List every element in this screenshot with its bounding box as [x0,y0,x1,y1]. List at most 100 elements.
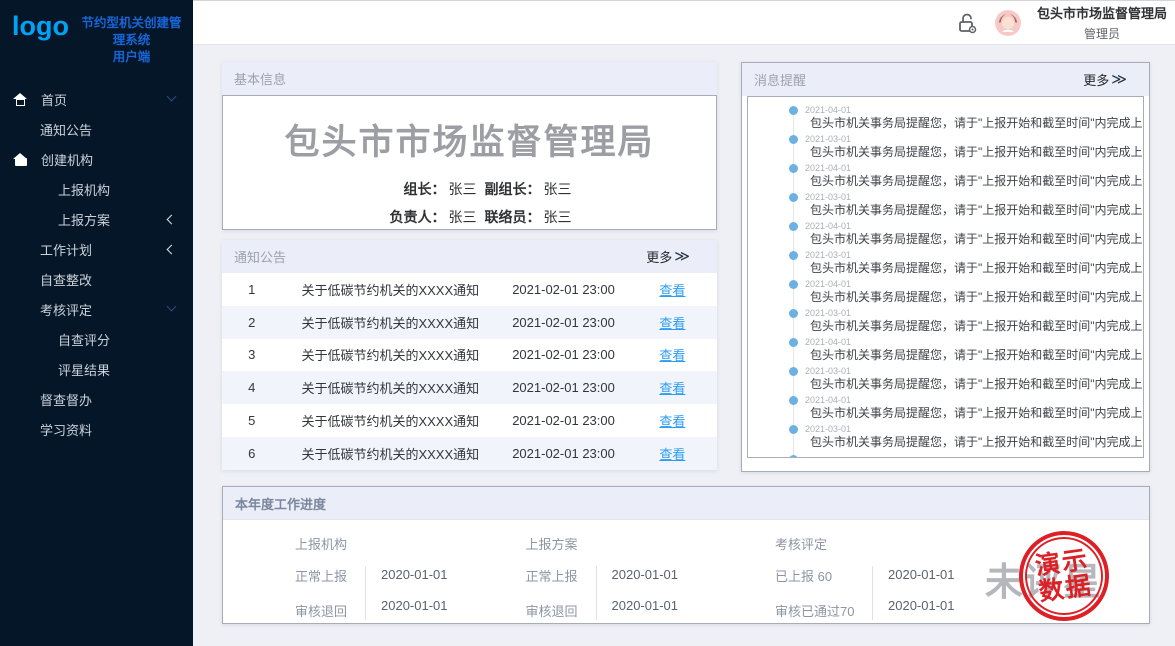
progress-labels: 已上报 60审核已通过70 [775,566,872,620]
notice-index: 2 [222,315,281,330]
timeline-dot-icon [789,251,798,260]
notice-title: 关于低碳节约机关的XXXX通知 [281,345,499,364]
double-chevron-right-icon: ≫ [1111,72,1127,87]
progress-column-header: 考核评定 [775,534,955,553]
messages-card: 消息提醒 更多 ≫ 2021-04-01 包头市机关事务局提醒您，请于"上报开始… [741,62,1150,472]
progress-column-header: 上报方案 [526,534,679,553]
sidebar-item[interactable]: 首页 [0,84,193,114]
message-text: 包头市机关事务局提醒您，请于"上报开始和截至时间"内完成上报机构 [810,435,1143,450]
message-item: 2021-03-01 包头市机关事务局提醒您，请于"上报开始和截至时间"内完成上… [793,250,1143,276]
user-org-name: 包头市市场监督管理局 [1037,3,1167,22]
notice-view-link[interactable]: 查看 [659,447,685,462]
messages-header: 消息提醒 更多 ≫ [742,63,1149,96]
sidebar-item[interactable]: 自查整改 [0,264,193,294]
message-item: 2021-03-01 包头市机关事务局提醒您，请于"上报开始和截至时间"内完成上… [793,424,1143,450]
message-date: 2021-04-01 [805,105,1143,115]
user-area: 包头市市场监督管理局 管理员 [955,1,1167,44]
building-icon [13,153,28,166]
sidebar-item[interactable]: 上报机构 [0,174,193,204]
main-content: 基本信息 包头市市场监督管理局 组长：张三 副组长：张三 负责人：张三 联络员：… [193,45,1175,646]
progress-labels: 正常上报审核退回 [295,566,365,620]
notices-card: 通知公告 更多 ≫ 1 关于低碳节约机关的XXXX通知 2021-02-01 2… [222,240,717,470]
sidebar-item[interactable]: 工作计划 [0,234,193,264]
notice-row: 5 关于低碳节约机关的XXXX通知 2021-02-01 23:00 查看 [222,404,717,437]
message-text: 包头市机关事务局提醒您，请于"上报开始和截至时间"内完成上报机构 [810,377,1143,392]
notices-title: 通知公告 [234,247,286,266]
sidebar-item[interactable]: 督查督办 [0,384,193,414]
notice-view-link[interactable]: 查看 [659,316,685,331]
message-date: 2021-03-01 [805,192,1143,202]
sidebar-item[interactable]: 通知公告 [0,114,193,144]
notice-view-link[interactable]: 查看 [659,381,685,396]
double-chevron-right-icon: ≫ [674,249,690,264]
user-info[interactable]: 包头市市场监督管理局 管理员 [1037,3,1167,42]
sidebar-item[interactable]: 学习资料 [0,414,193,444]
lock-settings-icon[interactable] [955,11,979,35]
messages-body: 2021-04-01 包头市机关事务局提醒您，请于"上报开始和截至时间"内完成上… [747,96,1144,458]
sidebar-item-label: 上报机构 [58,180,110,199]
progress-column: 上报方案 正常上报审核退回 2020-01-012020-01-01 [526,532,679,623]
timeline-dot-icon [789,193,798,202]
progress-row-value: 2020-01-01 [612,598,679,613]
chevron-left-icon [167,215,177,225]
chevron-down-icon [167,302,177,312]
sidebar-item-label: 学习资料 [40,420,92,439]
progress-row-label: 审核退回 [526,601,584,620]
sidebar-item[interactable]: 上报方案 [0,204,193,234]
messages-more-link[interactable]: 更多 ≫ [1083,70,1127,89]
message-date: 2021-03-01 [805,134,1143,144]
avatar[interactable] [995,10,1021,36]
sidebar-item-label: 首页 [41,90,67,109]
sidebar: logo 节约型机关创建管理系统 用户端 首页 通知公告 创建机构 [0,0,193,646]
message-item: 2021-03-01 包头市机关事务局提醒您，请于"上报开始和截至时间"内完成上… [793,192,1143,218]
sidebar-item[interactable]: 评星结果 [0,354,193,384]
progress-row-label: 已上报 60 [775,566,860,585]
progress-labels: 正常上报审核退回 [526,566,596,620]
notice-index: 1 [222,282,281,297]
org-title: 包头市市场监督管理局 [223,114,716,165]
message-item: 2021-04-01 包头市机关事务局提醒您，请于"上报开始和截至时间"内完成上… [793,337,1143,363]
notices-more-link[interactable]: 更多 ≫ [646,247,690,266]
message-date: 2021-04-01 [805,279,1143,289]
message-date: 2021-04-01 [805,337,1143,347]
message-text: 包头市机关事务局提醒您，请于"上报开始和截至时间"内完成上报机构 [810,203,1143,218]
progress-row-value: 2020-01-01 [381,567,448,582]
sidebar-item-label: 考核评定 [40,300,92,319]
timeline-dot-icon [789,338,798,347]
basic-info-body: 包头市市场监督管理局 组长：张三 副组长：张三 负责人：张三 联络员：张三 [222,95,717,230]
message-text: 包头市机关事务局提醒您，请于"上报开始和截至时间"内完成上报机构 [810,174,1143,189]
notice-title: 关于低碳节约机关的XXXX通知 [281,280,499,299]
message-text: 包头市机关事务局提醒您，请于"上报开始和截至时间"内完成上报机构 [810,261,1143,276]
sidebar-item-label: 工作计划 [40,240,92,259]
sidebar-item-label: 评星结果 [58,360,110,379]
field-leader: 组长：张三 [309,179,477,199]
notice-row: 2 关于低碳节约机关的XXXX通知 2021-02-01 23:00 查看 [222,306,717,339]
sidebar-item[interactable]: 考核评定 [0,294,193,324]
system-title: 节约型机关创建管理系统 用户端 [76,15,187,66]
sidebar-item[interactable]: 自查评分 [0,324,193,354]
message-timeline: 2021-04-01 包头市机关事务局提醒您，请于"上报开始和截至时间"内完成上… [793,105,1143,458]
notice-view-link[interactable]: 查看 [659,414,685,429]
sidebar-item[interactable]: 创建机构 [0,144,193,174]
notice-title: 关于低碳节约机关的XXXX通知 [281,313,499,332]
progress-row-value: 2020-01-01 [888,598,955,613]
message-text: 包头市机关事务局提醒您，请于"上报开始和截至时间"内完成上报机构 [810,232,1143,247]
system-name: 节约型机关创建管理系统 [76,15,187,49]
notice-time: 2021-02-01 23:00 [499,413,628,428]
message-item: 2021-04-01 包头市机关事务局提醒您，请于"上报开始和截至时间"内完成上… [793,163,1143,189]
message-date: 2021-04-01 [805,395,1143,405]
progress-card: 本年度工作进度 上报机构 正常上报审核退回 2020-01-012020-01-… [222,486,1150,624]
progress-title: 本年度工作进度 [235,494,326,513]
sidebar-nav: 首页 通知公告 创建机构 上报机构 上报 [0,84,193,444]
notice-row: 6 关于低碳节约机关的XXXX通知 2021-02-01 23:00 查看 [222,437,717,470]
message-date: 2021-03-01 [805,366,1143,376]
sidebar-item-label: 督查督办 [40,390,92,409]
notice-title: 关于低碳节约机关的XXXX通知 [281,378,499,397]
notice-index: 4 [222,380,281,395]
notice-view-link[interactable]: 查看 [659,348,685,363]
notice-row: 3 关于低碳节约机关的XXXX通知 2021-02-01 23:00 查看 [222,339,717,372]
notice-view-link[interactable]: 查看 [659,283,685,298]
basic-info-header: 基本信息 [222,62,717,95]
progress-row-value: 2020-01-01 [888,567,955,582]
message-text: 包头市机关事务局提醒您，请于"上报开始和截至时间"内完成上报机构 [810,348,1143,363]
